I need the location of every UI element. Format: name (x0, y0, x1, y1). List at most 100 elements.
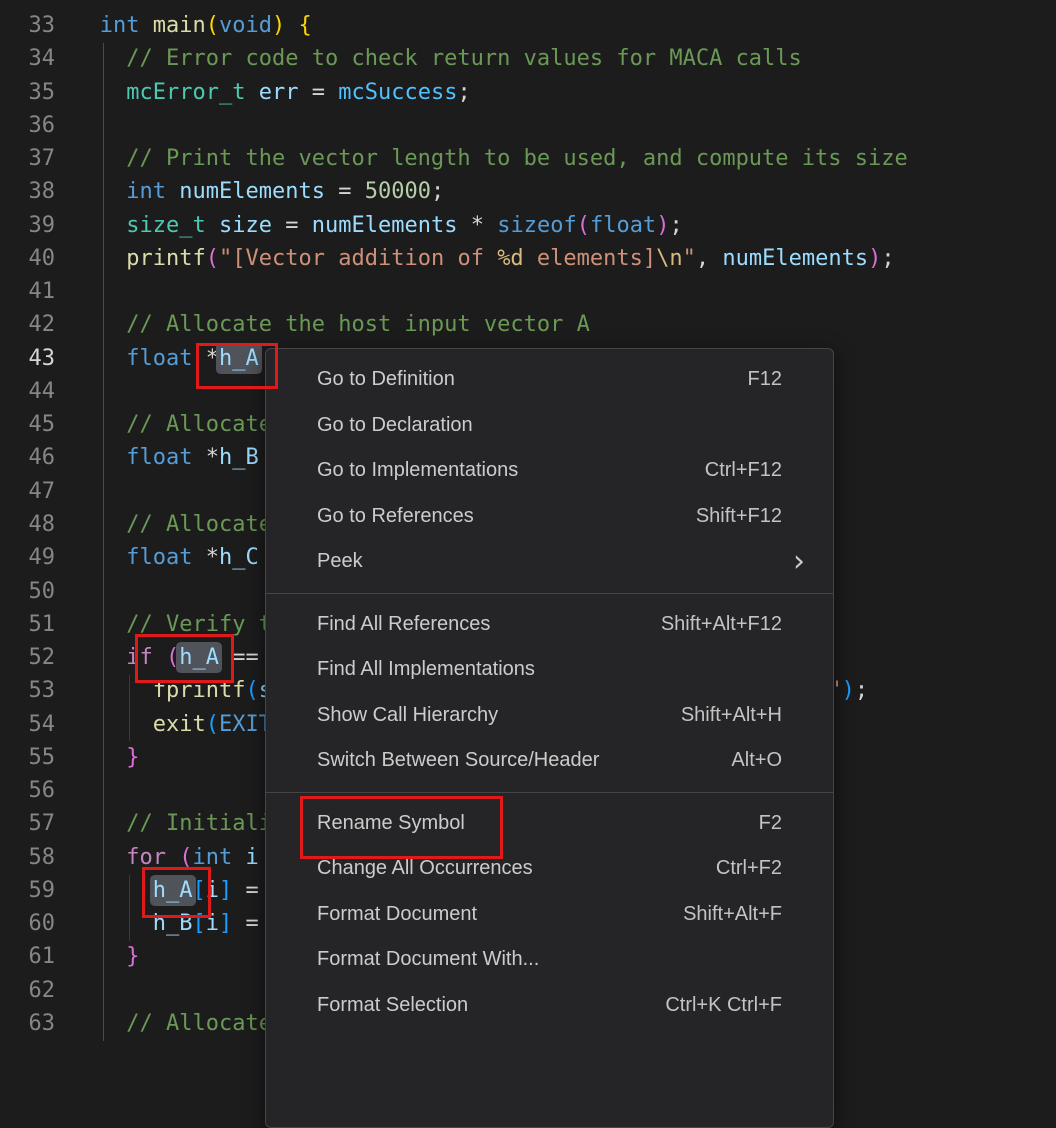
line-number-51[interactable]: 51 (0, 608, 55, 641)
code-line-37[interactable]: 37 // Print the vector length to be used… (0, 142, 908, 175)
line-number-45[interactable]: 45 (0, 408, 55, 441)
code-token: ( (179, 845, 192, 870)
line-number-47[interactable]: 47 (0, 475, 55, 508)
code-text[interactable]: mcError_t err = mcSuccess; (100, 76, 471, 109)
line-number-63[interactable]: 63 (0, 1007, 55, 1040)
code-token: , (696, 246, 723, 271)
code-token: // Error code to check return values for… (100, 46, 802, 71)
menu-item-go-to-references[interactable]: Go to ReferencesShift+F12 (266, 494, 833, 540)
code-token: int (126, 179, 166, 204)
code-text[interactable]: int numElements = 50000; (100, 175, 444, 208)
code-line-39[interactable]: 39 size_t size = numElements * sizeof(fl… (0, 209, 908, 242)
line-number-39[interactable]: 39 (0, 209, 55, 242)
code-line-42[interactable]: 42 // Allocate the host input vector A (0, 308, 908, 341)
code-token: // Allocate the host input vector A (100, 312, 590, 337)
line-number-33[interactable]: 33 (0, 9, 55, 42)
menu-item-format-document[interactable]: Format DocumentShift+Alt+F (266, 892, 833, 938)
menu-item-label: Go to Declaration (317, 414, 473, 437)
line-number-50[interactable]: 50 (0, 575, 55, 608)
code-token: sizeof (497, 213, 576, 238)
line-number-44[interactable]: 44 (0, 375, 55, 408)
line-number-38[interactable]: 38 (0, 175, 55, 208)
code-token: exit (153, 712, 206, 737)
code-token: void (219, 13, 272, 38)
code-text[interactable]: int main(void) { (100, 9, 312, 42)
code-text[interactable]: // Allocate the host input vector A (100, 308, 590, 341)
code-token: numElements (179, 179, 325, 204)
menu-item-shortcut: Alt+O (731, 749, 782, 772)
code-line-36[interactable]: 36 (0, 109, 908, 142)
menu-item-label: Go to Implementations (317, 459, 518, 482)
code-text[interactable]: printf("[Vector addition of %d elements]… (100, 242, 895, 275)
menu-item-go-to-definition[interactable]: Go to Definition F12 (266, 357, 833, 403)
code-token: ( (206, 13, 219, 38)
line-number-40[interactable]: 40 (0, 242, 55, 275)
line-number-43[interactable]: 43 (0, 342, 55, 375)
code-token: float (126, 445, 192, 470)
code-text[interactable]: } (100, 940, 140, 973)
line-number-58[interactable]: 58 (0, 841, 55, 874)
code-line-41[interactable]: 41 (0, 275, 908, 308)
code-token: = (325, 179, 365, 204)
line-number-46[interactable]: 46 (0, 441, 55, 474)
menu-item-label: Format Document With... (317, 948, 539, 971)
menu-item-shortcut: F12 (748, 368, 782, 391)
code-token: ; (457, 80, 470, 105)
code-text[interactable]: } (100, 741, 140, 774)
code-token: int (193, 845, 233, 870)
line-number-62[interactable]: 62 (0, 974, 55, 1007)
line-number-55[interactable]: 55 (0, 741, 55, 774)
code-line-40[interactable]: 40 printf("[Vector addition of %d elemen… (0, 242, 908, 275)
code-token: ( (577, 213, 590, 238)
code-token: mcError_t (126, 80, 245, 105)
line-number-49[interactable]: 49 (0, 541, 55, 574)
code-token (232, 845, 245, 870)
menu-item-format-selection[interactable]: Format SelectionCtrl+K Ctrl+F (266, 983, 833, 1029)
menu-item-find-all-references[interactable]: Find All ReferencesShift+Alt+F12 (266, 602, 833, 648)
menu-item-label: Go to Definition (317, 368, 455, 391)
menu-item-go-to-declaration[interactable]: Go to Declaration (266, 403, 833, 449)
code-line-34[interactable]: 34 // Error code to check return values … (0, 42, 908, 75)
menu-item-shortcut: Ctrl+F2 (716, 857, 782, 880)
line-number-35[interactable]: 35 (0, 76, 55, 109)
menu-item-find-all-implementations[interactable]: Find All Implementations (266, 647, 833, 693)
line-number-54[interactable]: 54 (0, 708, 55, 741)
code-token: * (457, 213, 497, 238)
line-number-41[interactable]: 41 (0, 275, 55, 308)
line-number-36[interactable]: 36 (0, 109, 55, 142)
code-token: size (219, 213, 272, 238)
line-number-59[interactable]: 59 (0, 874, 55, 907)
code-token: ] (219, 911, 232, 936)
code-text[interactable]: // Print the vector length to be used, a… (100, 142, 908, 175)
code-line-33[interactable]: 33 int main(void) { (0, 9, 908, 42)
menu-item-peek[interactable]: Peek› (266, 539, 833, 585)
code-text[interactable]: // Error code to check return values for… (100, 42, 802, 75)
menu-item-switch-between-source-header[interactable]: Switch Between Source/HeaderAlt+O (266, 738, 833, 784)
line-number-57[interactable]: 57 (0, 807, 55, 840)
line-number-42[interactable]: 42 (0, 308, 55, 341)
menu-item-shortcut: Ctrl+F12 (705, 459, 782, 482)
menu-item-go-to-implementations[interactable]: Go to Implementations Ctrl+F12 (266, 448, 833, 494)
code-token: float (126, 545, 192, 570)
menu-item-show-call-hierarchy[interactable]: Show Call HierarchyShift+Alt+H (266, 693, 833, 739)
line-number-37[interactable]: 37 (0, 142, 55, 175)
code-line-35[interactable]: 35 mcError_t err = mcSuccess; (0, 76, 908, 109)
menu-item-format-document-with[interactable]: Format Document With... (266, 937, 833, 983)
line-number-48[interactable]: 48 (0, 508, 55, 541)
code-token: i (246, 845, 259, 870)
code-text[interactable]: size_t size = numElements * sizeof(float… (100, 209, 683, 242)
menu-separator (266, 593, 833, 594)
line-number-53[interactable]: 53 (0, 674, 55, 707)
line-number-61[interactable]: 61 (0, 940, 55, 973)
line-number-60[interactable]: 60 (0, 907, 55, 940)
line-number-52[interactable]: 52 (0, 641, 55, 674)
line-number-34[interactable]: 34 (0, 42, 55, 75)
code-token: // Print the vector length to be used, a… (100, 146, 908, 171)
code-token: int (100, 13, 140, 38)
line-number-56[interactable]: 56 (0, 774, 55, 807)
code-token: ; (431, 179, 444, 204)
code-line-38[interactable]: 38 int numElements = 50000; (0, 175, 908, 208)
submenu-arrow-icon: › (793, 547, 805, 577)
code-token: err (259, 80, 299, 105)
code-token: float (590, 213, 656, 238)
